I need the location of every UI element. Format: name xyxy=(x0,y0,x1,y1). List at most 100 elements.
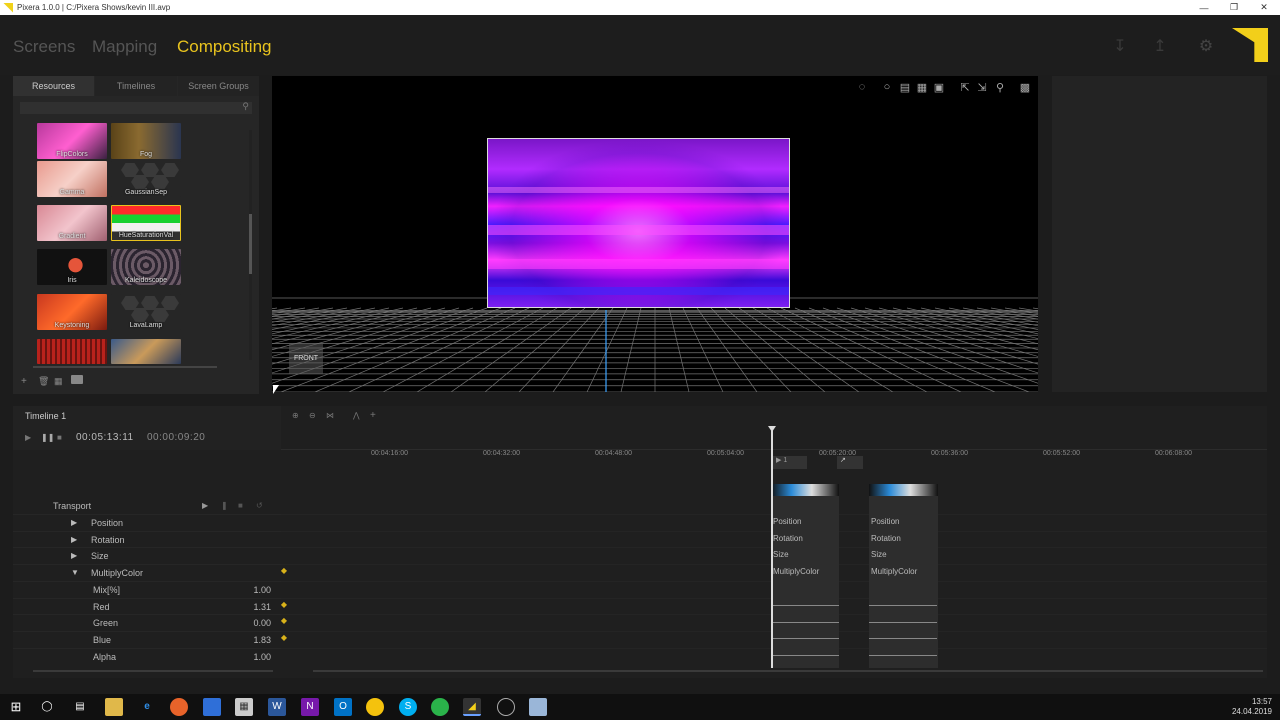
resource-thumbnail-partial[interactable] xyxy=(111,339,181,364)
resource-fog[interactable]: Fog xyxy=(111,123,181,159)
timeline-hscrollbar[interactable] xyxy=(313,670,1263,672)
automation-curve[interactable] xyxy=(869,621,937,623)
add-track-icon[interactable]: + xyxy=(370,410,376,421)
grid-view-icon[interactable]: ▦ xyxy=(915,81,929,94)
resource-flipcolors[interactable]: FlipColors xyxy=(37,123,107,159)
grid-icon[interactable]: ▦ xyxy=(54,376,63,387)
property-value[interactable]: 1.00 xyxy=(253,585,271,595)
property-row[interactable]: Blue 1.83 ◆ xyxy=(13,630,287,647)
trash-icon[interactable]: 🗑 xyxy=(38,376,49,387)
close-button[interactable]: ✕ xyxy=(1249,0,1279,15)
tab-screens[interactable]: Screens xyxy=(13,37,75,57)
cue-marker[interactable]: ▶ 1 xyxy=(773,456,807,469)
stop-icon[interactable]: ■ xyxy=(57,433,62,442)
upload-icon[interactable]: ↥ xyxy=(1150,37,1170,57)
property-row[interactable]: Green 0.00 ◆ xyxy=(13,614,287,630)
zoom-out-icon[interactable]: ⊖ xyxy=(309,411,316,420)
tab-compositing[interactable]: Compositing xyxy=(177,37,272,57)
property-row[interactable]: ▼ MultiplyColor ◆ xyxy=(13,564,287,580)
edge-icon[interactable]: e xyxy=(138,698,156,716)
resources-scrollbar[interactable] xyxy=(249,130,252,360)
tab-mapping[interactable]: Mapping xyxy=(92,37,157,57)
automation-curve[interactable] xyxy=(771,655,839,657)
jump-cue-marker[interactable]: ↗ xyxy=(837,456,863,469)
automation-curve[interactable] xyxy=(869,605,937,606)
view-cube-front[interactable]: FRONT xyxy=(289,344,323,374)
resource-keystoning[interactable]: Keystoning xyxy=(37,294,107,330)
property-value[interactable]: 1.31 xyxy=(253,602,271,612)
windows-start-icon[interactable]: ⊞ xyxy=(7,698,25,716)
word-icon[interactable]: W xyxy=(268,698,286,716)
tab-screen-groups[interactable]: Screen Groups xyxy=(178,76,259,96)
task-view-icon[interactable]: ▤ xyxy=(71,698,89,716)
folder-icon[interactable] xyxy=(71,375,83,384)
automation-curve[interactable] xyxy=(869,638,937,640)
property-row[interactable]: ▶ Size xyxy=(13,547,281,563)
frame-icon[interactable]: ▣ xyxy=(932,81,946,94)
zoom-in-icon[interactable]: ⊕ xyxy=(292,411,299,420)
notepad-icon[interactable] xyxy=(529,698,547,716)
property-value[interactable]: 1.83 xyxy=(253,635,271,645)
property-row[interactable]: ▶ Rotation xyxy=(13,530,281,547)
onenote-icon[interactable]: N xyxy=(301,698,319,716)
move-icon[interactable]: ⇱ xyxy=(958,81,972,94)
pause-icon[interactable]: ❚❚ xyxy=(41,433,54,442)
projection-screen[interactable] xyxy=(487,138,790,308)
property-value[interactable]: 0.00 xyxy=(253,618,271,628)
layer-loop-icon[interactable]: ↺ xyxy=(256,501,263,510)
file-explorer-icon[interactable] xyxy=(105,698,123,716)
download-icon[interactable]: ↧ xyxy=(1110,37,1130,57)
curve-icon[interactable]: ⋀ xyxy=(353,411,360,420)
resource-gradient[interactable]: Gradient xyxy=(37,205,107,241)
automation-curve[interactable] xyxy=(771,638,839,640)
store-icon[interactable] xyxy=(203,698,221,716)
property-row[interactable]: Red 1.31 ◆ xyxy=(13,597,287,614)
expand-arrow-icon[interactable]: ▶ xyxy=(71,518,77,527)
select-icon[interactable]: ◌ xyxy=(855,81,869,93)
collapse-arrow-icon[interactable]: ▼ xyxy=(71,568,79,577)
automation-curve[interactable] xyxy=(771,605,839,606)
layer-play-icon[interactable]: ▶ xyxy=(202,501,208,510)
fit-icon[interactable]: ⇲ xyxy=(975,81,989,94)
resource-thumbnail-partial[interactable] xyxy=(37,339,107,364)
fit-width-icon[interactable]: ⋈ xyxy=(326,411,334,420)
playhead[interactable] xyxy=(768,426,776,668)
property-row[interactable]: ▶ Position xyxy=(13,514,281,530)
search-icon[interactable]: ◯ xyxy=(38,698,56,716)
layer-stop-icon[interactable]: ■ xyxy=(238,501,243,510)
camera-icon[interactable]: ▩ xyxy=(1018,81,1032,94)
calculator-icon[interactable]: ▦ xyxy=(235,698,253,716)
resource-search-input[interactable]: ⚲ xyxy=(20,101,252,114)
play-icon[interactable]: ▶ xyxy=(25,433,31,442)
automation-curve[interactable] xyxy=(771,621,839,623)
resource-lavalamp[interactable]: LavaLamp xyxy=(111,294,181,330)
expand-arrow-icon[interactable]: ▶ xyxy=(71,551,77,560)
outlook-icon[interactable]: O xyxy=(334,698,352,716)
minimize-button[interactable]: — xyxy=(1189,0,1219,15)
expand-arrow-icon[interactable]: ▶ xyxy=(71,535,77,544)
maximize-button[interactable]: ❐ xyxy=(1219,0,1249,15)
layers-icon[interactable]: ▤ xyxy=(898,81,912,94)
resource-huesaturationval[interactable]: HueSaturationVal xyxy=(111,205,181,241)
compositing-viewport[interactable]: FRONT ◌ ○ ▤ ▦ ▣ ⇱ ⇲ ⚲ ▩ xyxy=(272,76,1038,392)
green-app-icon[interactable] xyxy=(431,698,449,716)
gear-icon[interactable]: ⚙ xyxy=(1196,37,1216,57)
zoom-icon[interactable]: ⚲ xyxy=(993,81,1007,94)
property-value[interactable]: 1.00 xyxy=(253,652,271,662)
resource-gaussiansep[interactable]: GaussianSep xyxy=(111,161,181,197)
property-row[interactable]: Mix[%] 1.00 xyxy=(13,580,281,597)
skype-icon[interactable]: S xyxy=(399,698,417,716)
pixera-taskbar-icon[interactable]: ◢ xyxy=(463,698,481,716)
firefox-icon[interactable] xyxy=(170,698,188,716)
resource-iris[interactable]: Iris xyxy=(37,249,107,285)
property-hscrollbar[interactable] xyxy=(33,670,273,672)
resource-kaleidoscope[interactable]: Kaleidoscope xyxy=(111,249,181,285)
add-icon[interactable]: + xyxy=(21,376,27,387)
circle-icon[interactable]: ○ xyxy=(880,81,894,93)
tab-resources[interactable]: Resources xyxy=(13,76,94,96)
clock-app-icon[interactable] xyxy=(497,698,515,716)
tab-timelines[interactable]: Timelines xyxy=(95,76,177,96)
layer-pause-icon[interactable]: ❚ xyxy=(221,501,228,510)
chrome-icon[interactable] xyxy=(366,698,384,716)
automation-curve[interactable] xyxy=(869,655,937,657)
